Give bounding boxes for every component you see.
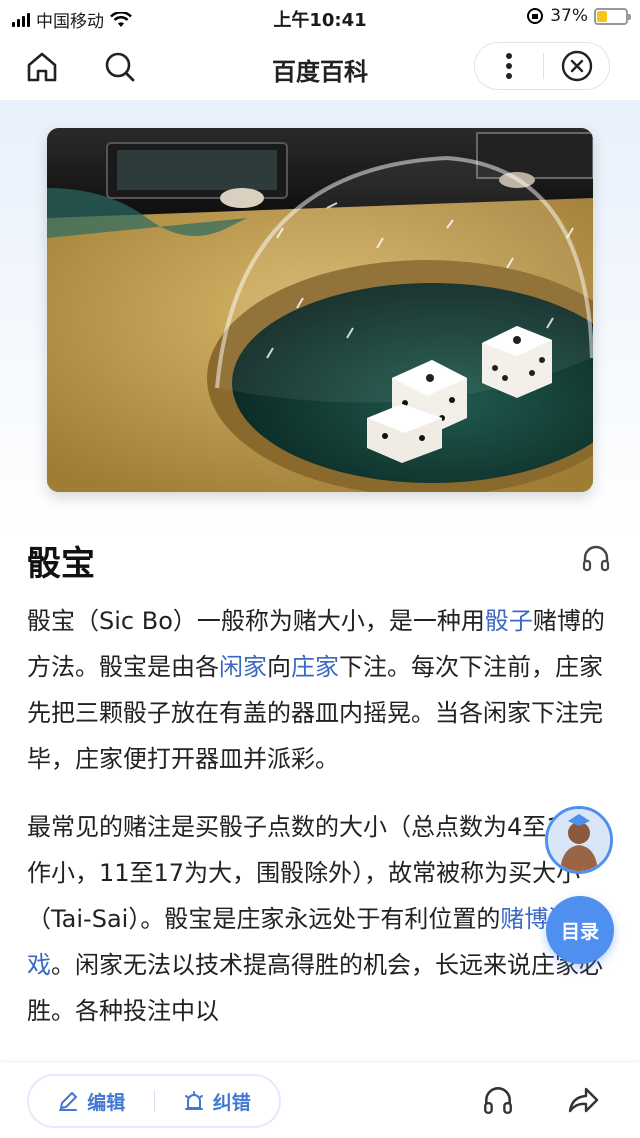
toc-button[interactable]: 目录 — [546, 896, 614, 964]
headphones-icon[interactable] — [580, 542, 612, 574]
edit-actions: 编辑 纠错 — [27, 1074, 281, 1128]
close-button[interactable] — [544, 43, 609, 89]
article-text: 。闲家无法以技术提高得胜的机会，长远来说庄家必胜。各种投注中以 — [27, 951, 603, 1025]
alarm-icon — [184, 1091, 203, 1110]
headphones-icon — [484, 1087, 512, 1114]
rotation-lock-icon — [527, 8, 544, 24]
article-link[interactable]: 骰子 — [485, 607, 533, 635]
edit-button[interactable]: 编辑 — [29, 1088, 154, 1115]
article-text: 向 — [267, 653, 291, 681]
article-title: 骰宝 — [27, 544, 95, 584]
nav-bar: 百度百科 — [0, 34, 640, 100]
listen-button[interactable] — [480, 1082, 516, 1118]
article-body: 骰宝（Sic Bo）一般称为赌大小，是一种用骰子赌博的方法。骰宝是由各闲家向庄家… — [27, 598, 617, 1056]
battery-percent: 37% — [550, 6, 588, 26]
report-label: 纠错 — [212, 1091, 251, 1114]
mini-program-capsule — [474, 42, 610, 90]
report-error-button[interactable]: 纠错 — [155, 1088, 280, 1115]
article-link[interactable]: 闲家 — [219, 653, 267, 681]
battery-icon — [594, 7, 631, 25]
article-link[interactable]: 庄家 — [291, 653, 339, 681]
paragraph-1: 骰宝（Sic Bo）一般称为赌大小，是一种用骰子赌博的方法。骰宝是由各闲家向庄家… — [27, 598, 617, 782]
article-text: 骰宝（Sic Bo）一般称为赌大小，是一种用 — [27, 607, 485, 635]
bottom-toolbar: 编辑 纠错 — [0, 1063, 640, 1138]
pencil-icon — [59, 1092, 78, 1111]
sic-bo-dice-photo — [47, 128, 593, 492]
edit-label: 编辑 — [87, 1091, 126, 1114]
paragraph-2: 最常见的赌注是买骰子点数的大小（总点数为4至10称作小，11至17为大，围骰除外… — [27, 804, 617, 1034]
hero-image[interactable] — [47, 128, 593, 492]
status-bar: 中国移动 上午10:41 37% — [0, 0, 640, 34]
share-button[interactable] — [565, 1082, 601, 1118]
more-vertical-icon — [506, 53, 512, 79]
close-icon — [561, 50, 592, 82]
avatar-icon — [548, 809, 610, 871]
assistant-avatar[interactable] — [545, 806, 613, 874]
share-icon — [568, 1087, 599, 1113]
status-right: 37% — [526, 6, 631, 26]
more-button[interactable] — [475, 43, 543, 89]
